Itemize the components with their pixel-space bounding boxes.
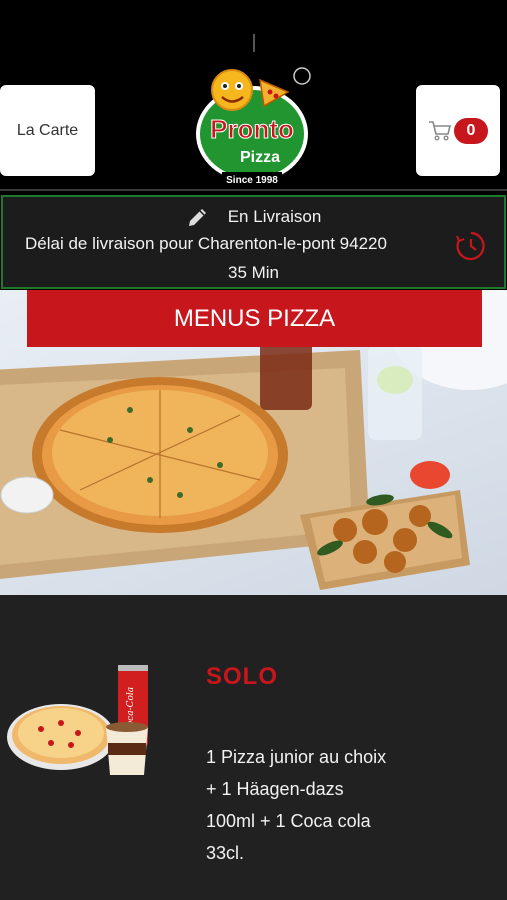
delivery-mode-label: En Livraison (227, 207, 322, 226)
delivery-mode-row[interactable]: En Livraison (3, 205, 504, 229)
cart-icon (429, 120, 452, 141)
solo-menu-image[interactable]: Coca-Cola (6, 665, 156, 780)
header: La Carte Pronto Pizza Since 1998 0 (0, 0, 507, 192)
menu-item-description: 1 Pizza junior au choix + 1 Häagen-dazs … (206, 747, 387, 863)
logo-since-text: Since 1998 (226, 175, 278, 186)
cart-button[interactable]: 0 (416, 85, 500, 176)
header-divider (0, 189, 507, 191)
logo-sub-text: Pizza (240, 149, 280, 166)
delivery-delay-text: Délai de livraison pour Charenton-le-pon… (25, 234, 387, 253)
delivery-panel[interactable]: En Livraison Délai de livraison pour Cha… (1, 195, 506, 289)
clock-icon (456, 231, 485, 261)
pronto-pizza-logo: Pronto Pizza Since 1998 (196, 67, 311, 186)
la-carte-button[interactable]: La Carte (0, 85, 95, 176)
logo-brand-text: Pronto (210, 114, 294, 144)
menu-item-title[interactable]: SOLO (206, 663, 278, 691)
hero-image: MENUS PIZZA (0, 290, 507, 595)
cart-count-badge: 0 (454, 117, 488, 144)
menu-section: Coca-Cola SOLO 1 Pizza junior au choix +… (0, 595, 507, 900)
la-carte-label: La Carte (16, 121, 79, 139)
delivery-time: 35 Min (227, 263, 280, 282)
menus-pizza-banner[interactable]: MENUS PIZZA (27, 290, 482, 347)
pencil-icon[interactable] (186, 205, 210, 229)
status-indicator (253, 34, 255, 52)
